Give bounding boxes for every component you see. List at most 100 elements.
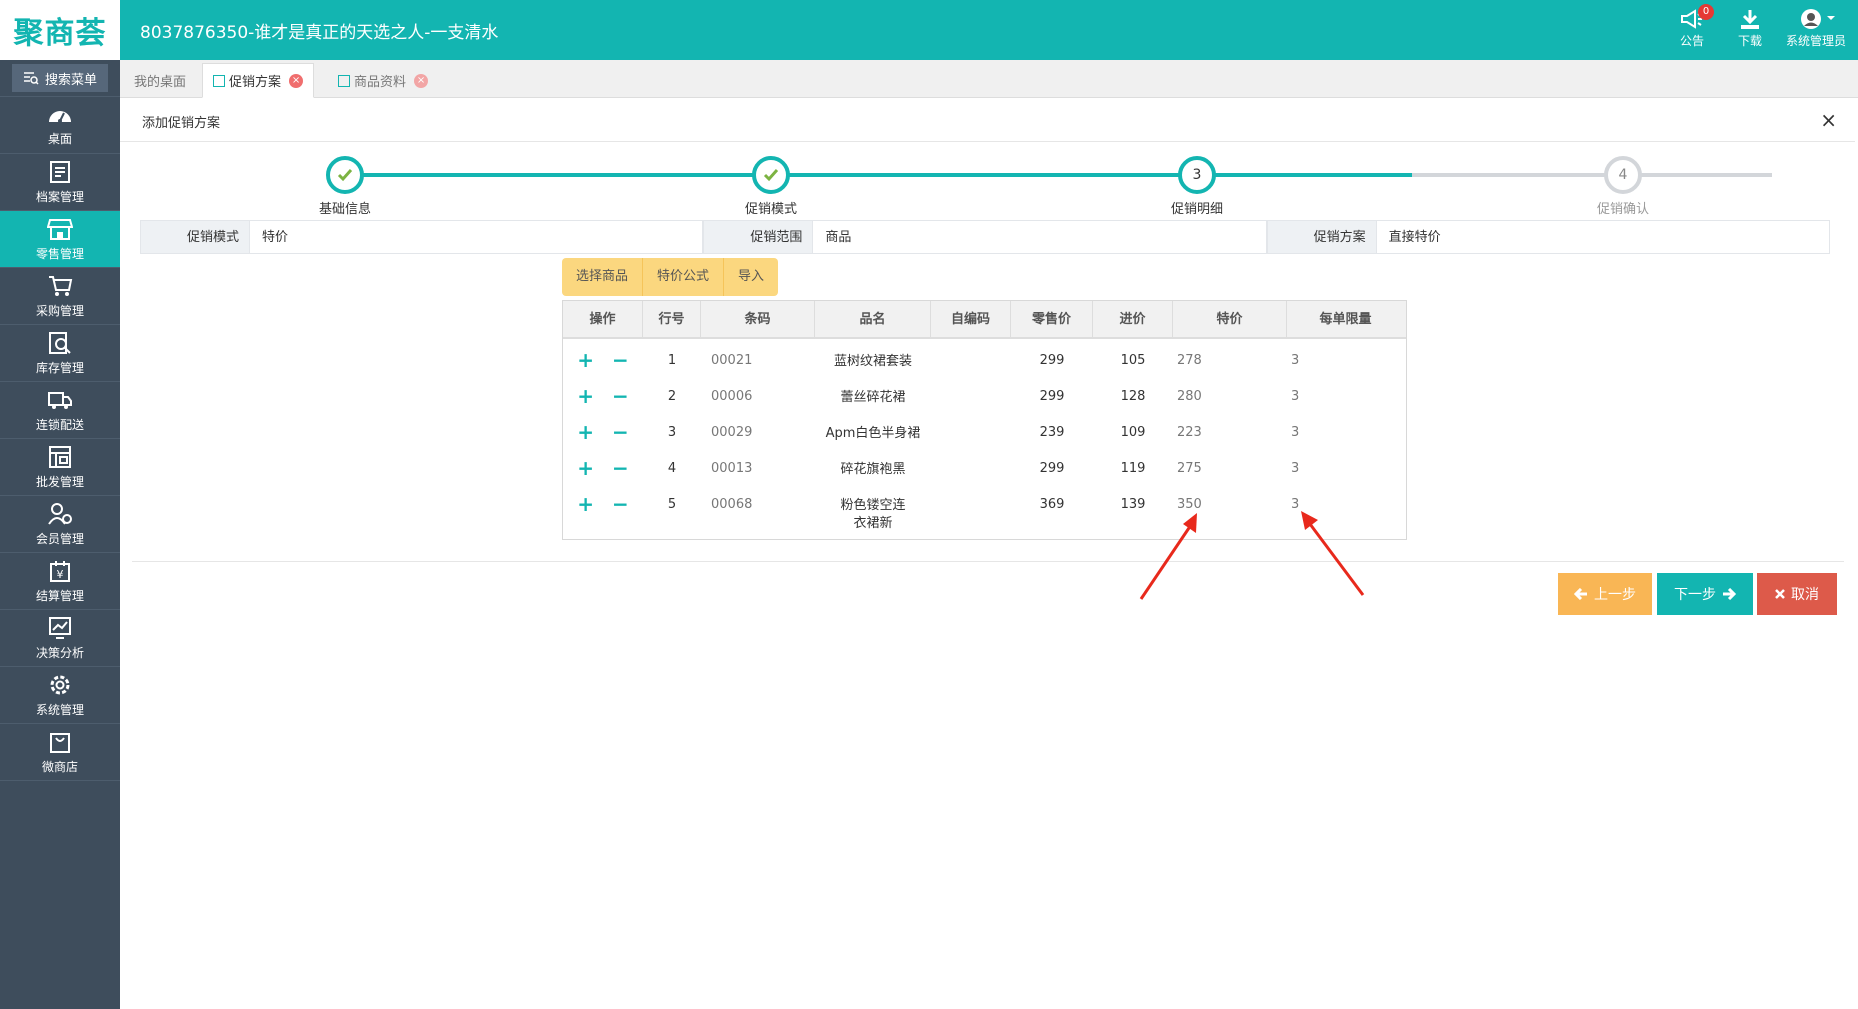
sidebar-item-inventory[interactable]: 库存管理 bbox=[0, 325, 120, 382]
sidebar: 搜索菜单 桌面 档案管理 零售管理 采购管理 库存管理 连锁配送 批发管理 会员… bbox=[0, 60, 120, 1009]
sidebar-item-label: 桌面 bbox=[47, 131, 72, 146]
x-icon bbox=[1775, 589, 1785, 599]
product-name-cell: 蕾丝碎花裙 bbox=[840, 390, 906, 405]
sidebar-item-label: 库存管理 bbox=[35, 360, 84, 375]
arrow-left-icon bbox=[1574, 588, 1587, 600]
self-code-cell[interactable] bbox=[931, 451, 1011, 487]
special-formula-button[interactable]: 特价公式 bbox=[643, 258, 725, 296]
retail-price-cell: 299 bbox=[1039, 389, 1065, 404]
self-code-cell[interactable] bbox=[931, 415, 1011, 451]
cost-price-cell: 139 bbox=[1120, 497, 1146, 512]
add-row-icon[interactable]: + bbox=[577, 385, 594, 415]
row-number: 1 bbox=[667, 353, 677, 368]
store-title: 8037876350-谁才是真正的天选之人-一支清水 bbox=[140, 23, 499, 43]
sidebar-item-purchase[interactable]: 采购管理 bbox=[0, 268, 120, 325]
barcode-cell: 00006 bbox=[711, 389, 753, 404]
select-product-button[interactable]: 选择商品 bbox=[562, 258, 644, 296]
mode-value: 特价 bbox=[250, 220, 704, 254]
close-tab-icon[interactable]: × bbox=[289, 73, 304, 88]
tab-promotion-plan[interactable]: 促销方案 × bbox=[202, 63, 315, 98]
sidebar-item-retail[interactable]: 零售管理 bbox=[0, 211, 120, 268]
step-promotion-detail: 3 促销明细 bbox=[1122, 156, 1272, 217]
column-header: 行号 bbox=[643, 301, 701, 337]
announcement-button[interactable]: 公告 0 bbox=[1680, 4, 1715, 49]
limit-per-order-cell[interactable]: 3 bbox=[1287, 487, 1406, 539]
sidebar-item-label: 会员管理 bbox=[35, 531, 84, 546]
sidebar-item-desktop[interactable]: 桌面 bbox=[0, 97, 120, 154]
limit-per-order-cell[interactable]: 3 bbox=[1287, 451, 1406, 487]
limit-per-order-cell[interactable]: 3 bbox=[1287, 415, 1406, 451]
announcement-label: 公告 bbox=[1680, 34, 1705, 48]
special-price-cell[interactable]: 278 bbox=[1173, 343, 1287, 379]
add-row-icon[interactable]: + bbox=[577, 421, 594, 451]
shop-bag-icon bbox=[50, 732, 70, 753]
barcode-cell: 00021 bbox=[711, 353, 753, 368]
remove-row-icon[interactable]: − bbox=[612, 385, 629, 415]
remove-row-icon[interactable]: − bbox=[612, 349, 629, 379]
add-row-icon[interactable]: + bbox=[577, 493, 594, 539]
step-basic-info: 基础信息 bbox=[270, 156, 420, 217]
remove-row-icon[interactable]: − bbox=[612, 493, 629, 539]
sidebar-item-microshop[interactable]: 微商店 bbox=[0, 724, 120, 781]
add-row-icon[interactable]: + bbox=[577, 457, 594, 487]
limit-per-order-cell[interactable]: 3 bbox=[1287, 343, 1406, 379]
step-label: 促销明细 bbox=[1170, 202, 1223, 217]
self-code-cell[interactable] bbox=[931, 379, 1011, 415]
sidebar-item-label: 批发管理 bbox=[35, 474, 84, 489]
special-price-cell[interactable]: 350 bbox=[1173, 487, 1287, 539]
column-header: 操作 bbox=[563, 301, 643, 337]
brand-logo[interactable]: 聚商荟 bbox=[0, 0, 120, 60]
special-price-cell[interactable]: 275 bbox=[1173, 451, 1287, 487]
search-menu-button[interactable]: 搜索菜单 bbox=[12, 64, 108, 92]
sidebar-item-label: 档案管理 bbox=[35, 189, 84, 204]
sidebar-item-settlement[interactable]: ¥ 结算管理 bbox=[0, 553, 120, 610]
special-price-cell[interactable]: 280 bbox=[1173, 379, 1287, 415]
sidebar-item-analysis[interactable]: 决策分析 bbox=[0, 610, 120, 667]
sidebar-item-distribution[interactable]: 连锁配送 bbox=[0, 382, 120, 439]
top-header: 聚商荟 8037876350-谁才是真正的天选之人-一支清水 公告 0 下载 系… bbox=[0, 0, 1858, 60]
user-menu[interactable]: 系统管理员 bbox=[1786, 8, 1846, 49]
next-step-button[interactable]: 下一步 bbox=[1657, 573, 1753, 615]
cost-price-cell: 119 bbox=[1120, 461, 1146, 476]
row-number: 2 bbox=[667, 389, 677, 404]
step-done-circle bbox=[326, 156, 364, 194]
import-button[interactable]: 导入 bbox=[724, 258, 778, 296]
column-header: 条码 bbox=[701, 301, 815, 337]
close-icon[interactable]: × bbox=[1820, 108, 1837, 132]
self-code-cell[interactable] bbox=[931, 487, 1011, 539]
cancel-button[interactable]: 取消 bbox=[1757, 573, 1837, 615]
check-icon bbox=[763, 169, 779, 182]
sidebar-item-wholesale[interactable]: 批发管理 bbox=[0, 439, 120, 496]
download-button[interactable]: 下载 bbox=[1738, 8, 1762, 49]
special-price-cell[interactable]: 223 bbox=[1173, 415, 1287, 451]
dialog-title: 添加促销方案 bbox=[142, 116, 221, 131]
sidebar-item-label: 微商店 bbox=[41, 759, 78, 774]
arrow-right-icon bbox=[1723, 588, 1736, 600]
gear-icon bbox=[50, 675, 70, 694]
remove-row-icon[interactable]: − bbox=[612, 457, 629, 487]
sidebar-item-member[interactable]: 会员管理 bbox=[0, 496, 120, 553]
tab-my-desktop[interactable]: 我的桌面 bbox=[124, 63, 196, 98]
column-header: 零售价 bbox=[1011, 301, 1093, 337]
detail-toolbar: 选择商品 特价公式 导入 bbox=[562, 258, 779, 296]
remove-row-icon[interactable]: − bbox=[612, 421, 629, 451]
cost-price-cell: 128 bbox=[1120, 389, 1146, 404]
cancel-label: 取消 bbox=[1791, 587, 1819, 603]
tab-product-info[interactable]: 商品资料 × bbox=[328, 63, 438, 98]
svg-text:¥: ¥ bbox=[57, 568, 64, 581]
product-name-cell: 碎花旗袍黑 bbox=[840, 462, 906, 477]
step-label: 促销确认 bbox=[1596, 202, 1649, 217]
sidebar-item-label: 采购管理 bbox=[35, 303, 84, 318]
prev-step-button[interactable]: 上一步 bbox=[1558, 573, 1652, 615]
sidebar-item-system[interactable]: 系统管理 bbox=[0, 667, 120, 724]
promotion-detail-table: 操作 行号 条码 品名 自编码 零售价 进价 特价 每单限量 + − 1 0002… bbox=[562, 300, 1407, 540]
announcement-badge: 0 bbox=[1698, 4, 1715, 20]
user-label: 系统管理员 bbox=[1786, 34, 1847, 48]
self-code-cell[interactable] bbox=[931, 343, 1011, 379]
sidebar-item-archive[interactable]: 档案管理 bbox=[0, 154, 120, 211]
limit-per-order-cell[interactable]: 3 bbox=[1287, 379, 1406, 415]
close-tab-icon[interactable]: × bbox=[414, 73, 429, 88]
add-row-icon[interactable]: + bbox=[577, 349, 594, 379]
column-header: 每单限量 bbox=[1319, 312, 1372, 327]
barcode-cell: 00068 bbox=[711, 497, 753, 512]
